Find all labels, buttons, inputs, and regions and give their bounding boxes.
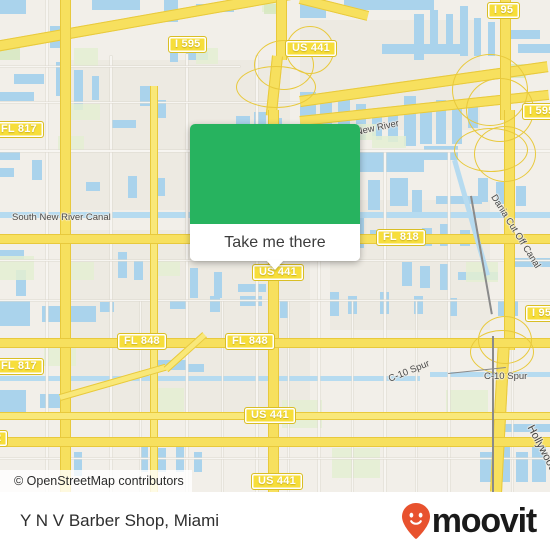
route-shield: I 95 [487,2,521,19]
place-title: Y N V Barber Shop, Miami [20,511,220,530]
moovit-wordmark: moovit [431,502,537,540]
moovit-pin-icon [401,503,430,539]
moovit-map-page: I 595 US 441 I 95 I 595 FL 817 FL 818 US 441 I … [0,0,550,550]
route-shield: FL 817 [0,121,44,138]
map-attribution[interactable]: © OpenStreetMap contributors [0,470,192,492]
route-shield: FL 848 [225,333,275,350]
attribution-text: © OpenStreetMap contributors [14,474,184,488]
route-shield: US 441 [244,407,296,424]
place-thumbnail [190,124,360,224]
route-shield: 2 [0,430,9,447]
route-shield: FL 817 [0,358,44,375]
route-shield: FL 818 [376,229,426,246]
route-shield: I 595 [168,36,208,53]
moovit-logo[interactable]: moovit [401,502,537,540]
route-shield: US 441 [251,473,303,490]
popup-pointer [266,260,284,270]
page-footer: Y N V Barber Shop, Miami moovit [0,492,550,550]
place-popup-card[interactable]: Take me there [190,124,360,270]
map-canvas[interactable]: I 595 US 441 I 95 I 595 FL 817 FL 818 US 441 I … [0,0,550,492]
route-shield: I 595 [522,103,550,120]
route-shield: FL 848 [117,333,167,350]
take-me-there-button[interactable]: Take me there [190,224,360,261]
route-shield: I 95 [525,305,550,322]
route-shield: US 441 [285,40,337,57]
